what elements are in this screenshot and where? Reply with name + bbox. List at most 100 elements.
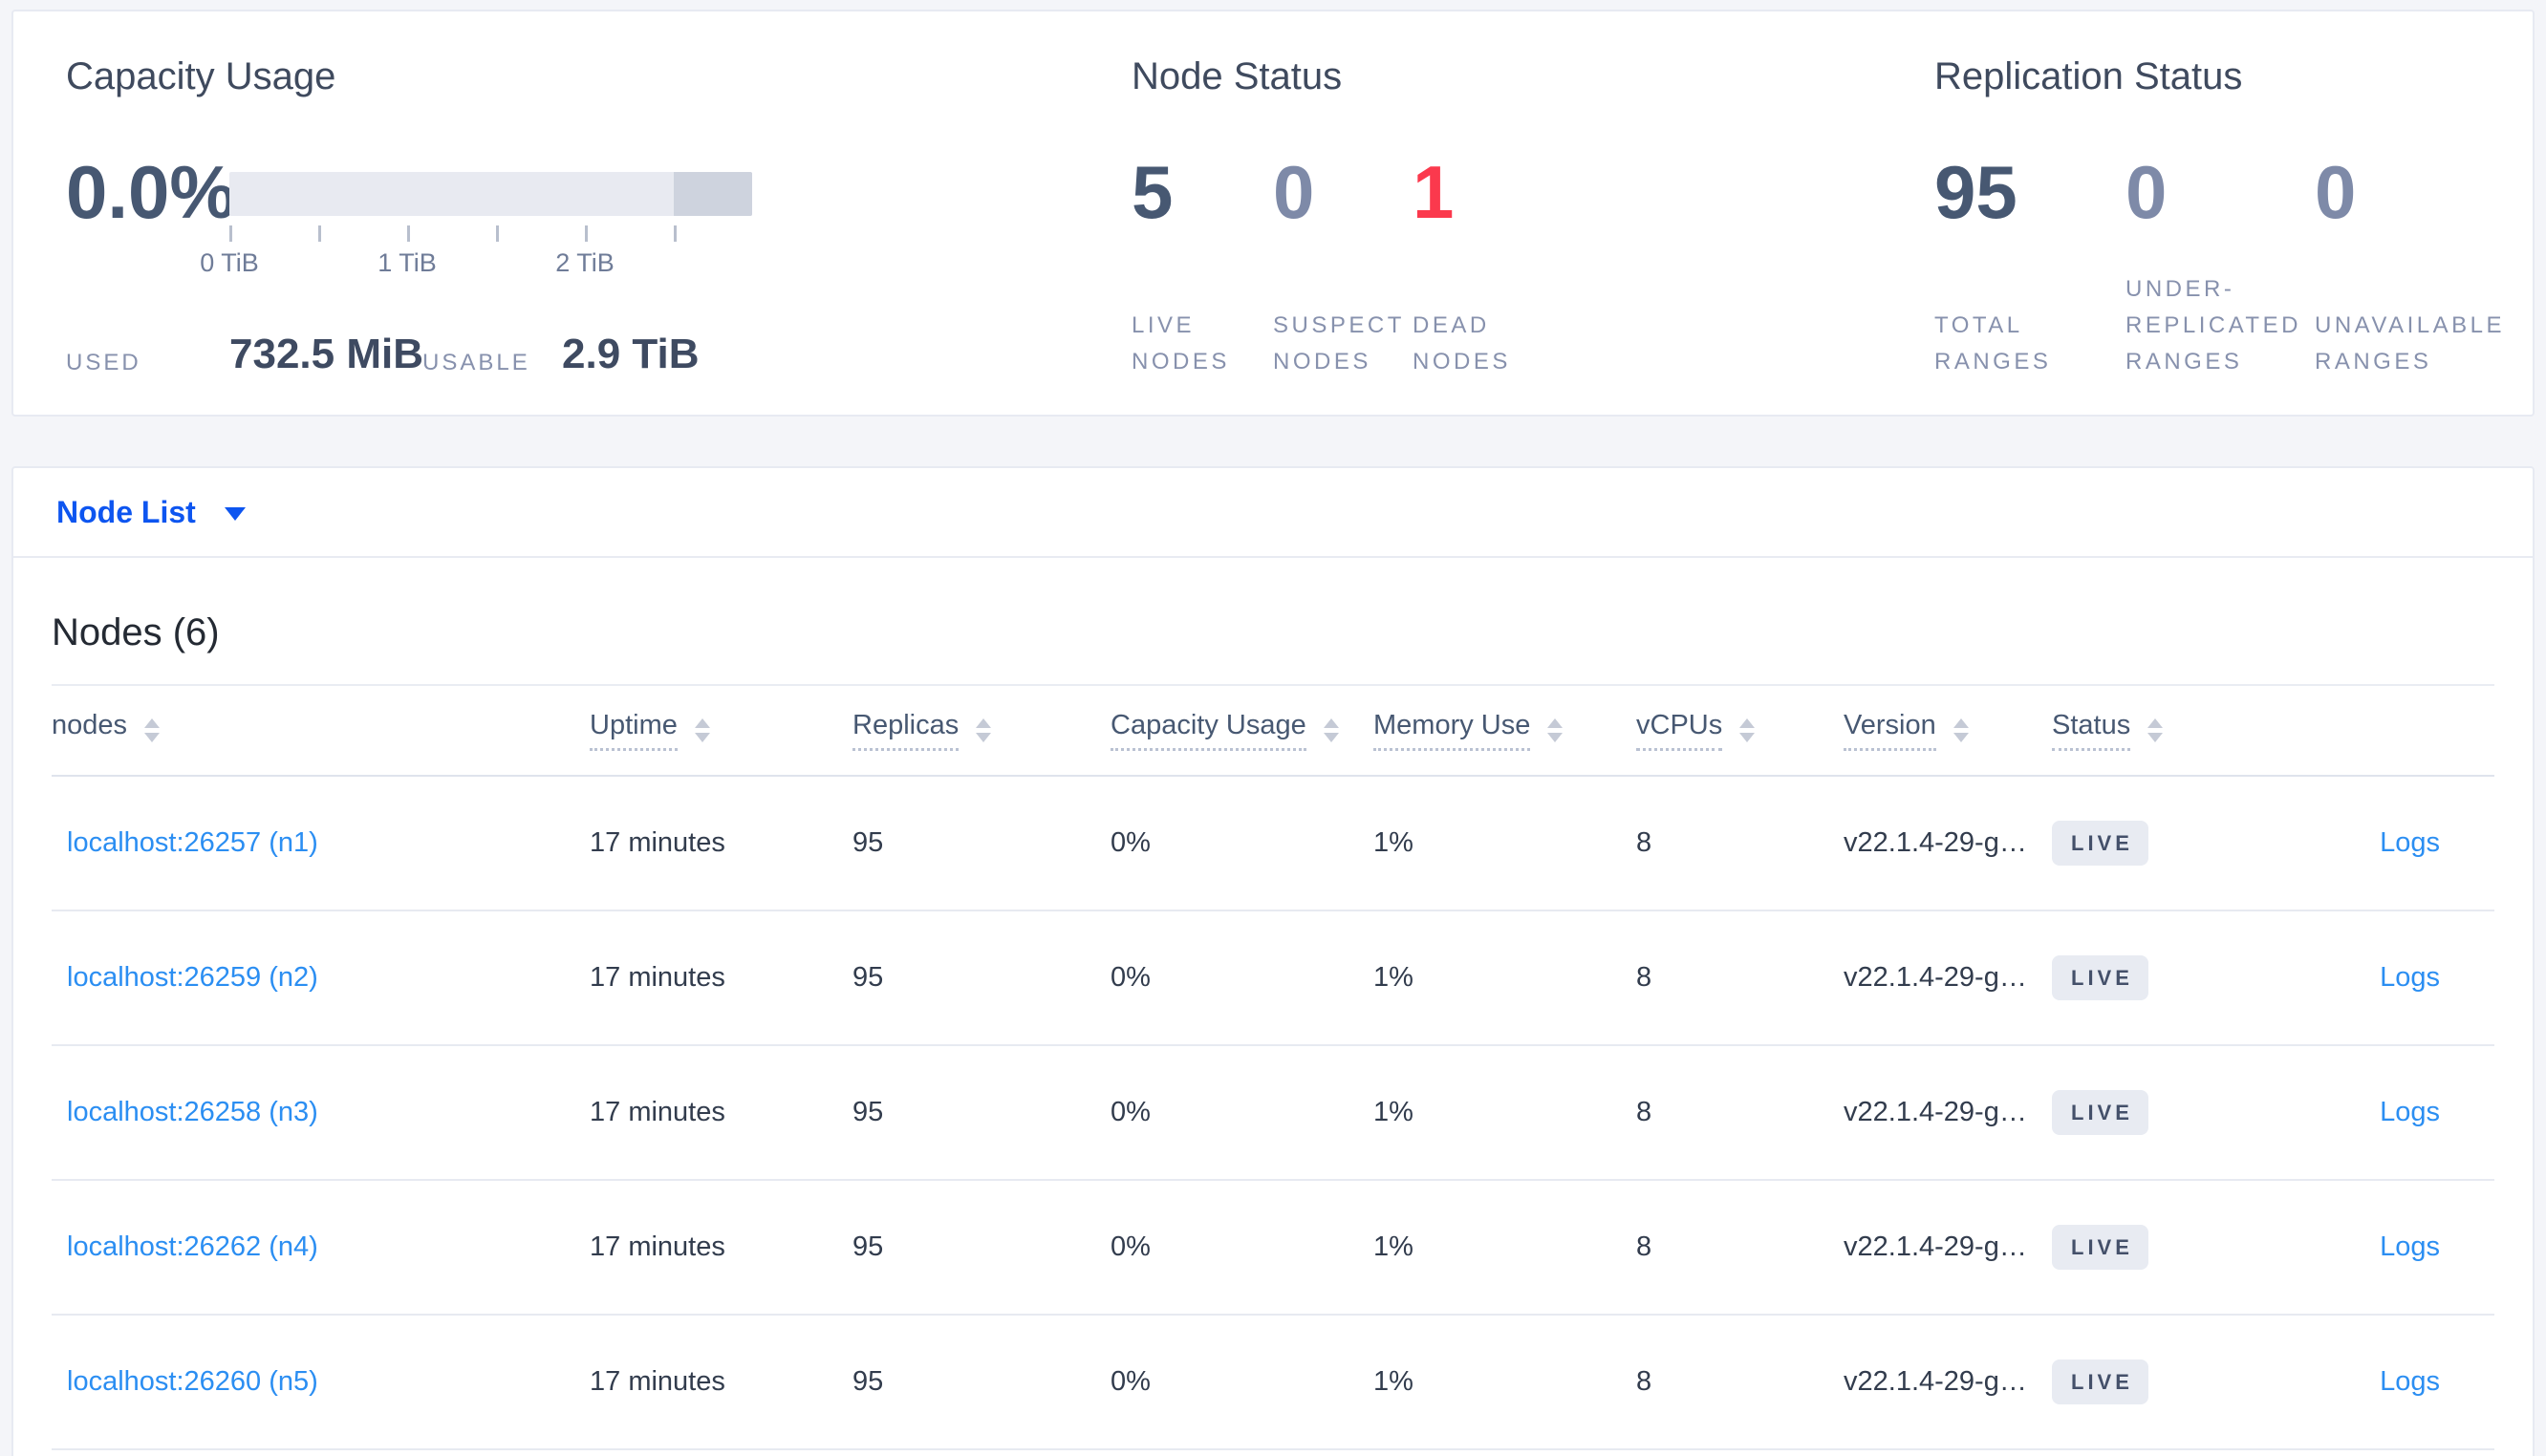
column-header[interactable]: Replicas — [852, 710, 1111, 751]
stat-column: 0 UNDER-REPLICATED RANGES — [2125, 11, 2315, 415]
stat-column: 95 TOTAL RANGES — [1934, 11, 2125, 415]
column-header-label[interactable]: Version — [1844, 710, 1936, 751]
view-selector-dropdown[interactable]: Node List — [56, 495, 196, 530]
column-header-label[interactable]: nodes — [52, 710, 127, 751]
replicas-cell: 95 — [852, 1366, 884, 1397]
stat-value: 0 — [1273, 150, 1315, 234]
node-status-stats: 5 LIVE NODES 0 SUSPECT NODES 1 DEAD NODE… — [1132, 11, 1623, 415]
replicas-cell: 95 — [852, 827, 884, 858]
column-header[interactable]: Uptime — [590, 710, 852, 751]
vcpus-cell: 8 — [1636, 1097, 1652, 1127]
capacity-usage-cell: 0% — [1111, 962, 1151, 993]
logs-link[interactable]: Logs — [2380, 1366, 2440, 1397]
stat-label: DEAD NODES — [1413, 312, 1511, 375]
column-header[interactable]: nodes — [52, 710, 590, 751]
stat-label: TOTAL RANGES — [1934, 312, 2052, 375]
stat-column: 5 LIVE NODES — [1132, 11, 1273, 415]
version-cell: v22.1.4-29-g… — [1844, 962, 2027, 993]
memory-use-cell: 1% — [1373, 827, 1413, 858]
sort-icon[interactable] — [2147, 718, 2164, 742]
status-badge: LIVE — [2052, 1090, 2148, 1135]
column-header-label[interactable]: Uptime — [590, 710, 678, 751]
memory-use-cell: 1% — [1373, 1231, 1413, 1262]
node-link[interactable]: localhost:26258 (n3) — [67, 1097, 318, 1127]
node-link[interactable]: localhost:26259 (n2) — [67, 962, 318, 993]
logs-link[interactable]: Logs — [2380, 962, 2440, 993]
version-cell: v22.1.4-29-g… — [1844, 1231, 2027, 1262]
capacity-bar-reserved-segment — [674, 172, 752, 216]
axis-tick-label: 1 TiB — [378, 248, 437, 277]
sort-icon[interactable] — [1547, 718, 1564, 742]
axis-tick — [496, 225, 499, 242]
sort-icon[interactable] — [1739, 718, 1756, 742]
capacity-usage-cell: 0% — [1111, 1231, 1151, 1262]
column-header[interactable]: vCPUs — [1636, 710, 1844, 751]
logs-link[interactable]: Logs — [2380, 1231, 2440, 1262]
column-header[interactable]: Status — [2052, 710, 2286, 751]
status-badge: LIVE — [2052, 1225, 2148, 1270]
column-header[interactable]: Capacity Usage — [1111, 710, 1373, 751]
replicas-cell: 95 — [852, 1231, 884, 1262]
stat-label: UNDER-REPLICATED RANGES — [2125, 276, 2301, 375]
version-cell: v22.1.4-29-g… — [1844, 1097, 2027, 1127]
stat-column: 0 UNAVAILABLE RANGES — [2315, 11, 2544, 415]
node-link[interactable]: localhost:26257 (n1) — [67, 827, 318, 858]
sort-icon[interactable] — [144, 718, 161, 742]
vcpus-cell: 8 — [1636, 827, 1652, 858]
sort-icon[interactable] — [694, 718, 710, 742]
sort-icon[interactable] — [976, 718, 992, 742]
column-header-label[interactable]: Memory Use — [1373, 710, 1531, 751]
table-row: localhost:26258 (n3) 17 minutes 95 0% 1%… — [52, 1046, 2494, 1181]
status-badge: LIVE — [2052, 821, 2148, 866]
node-link[interactable]: localhost:26262 (n4) — [67, 1231, 318, 1262]
view-selector-bar: Node List — [13, 468, 2533, 558]
uptime-cell: 17 minutes — [590, 962, 725, 993]
node-link[interactable]: localhost:26260 (n5) — [67, 1366, 318, 1397]
logs-link[interactable]: Logs — [2380, 827, 2440, 858]
axis-tick — [229, 225, 232, 242]
table-row: localhost:26260 (n5) 17 minutes 95 0% 1%… — [52, 1316, 2494, 1450]
uptime-cell: 17 minutes — [590, 827, 725, 858]
used-value: 732.5 MiB — [229, 331, 423, 377]
stat-value: 5 — [1132, 150, 1174, 234]
usable-value: 2.9 TiB — [562, 331, 700, 377]
replicas-cell: 95 — [852, 962, 884, 993]
sort-icon[interactable] — [1953, 718, 1969, 742]
axis-tick — [674, 225, 677, 242]
stat-value: 95 — [1934, 150, 2017, 234]
caret-down-icon[interactable] — [224, 507, 246, 521]
column-header-label[interactable]: Capacity Usage — [1111, 710, 1306, 751]
stat-label: UNAVAILABLE RANGES — [2315, 312, 2506, 375]
status-badge: LIVE — [2052, 1360, 2148, 1404]
column-header-label[interactable]: vCPUs — [1636, 710, 1723, 751]
version-cell: v22.1.4-29-g… — [1844, 827, 2027, 858]
memory-use-cell: 1% — [1373, 1366, 1413, 1397]
axis-tick — [407, 225, 410, 242]
sort-icon[interactable] — [1323, 718, 1339, 742]
table-body: localhost:26257 (n1) 17 minutes 95 0% 1%… — [52, 777, 2494, 1450]
capacity-usage-title: Capacity Usage — [66, 55, 336, 97]
table-row: localhost:26262 (n4) 17 minutes 95 0% 1%… — [52, 1181, 2494, 1316]
vcpus-cell: 8 — [1636, 1231, 1652, 1262]
column-header-label[interactable]: Replicas — [852, 710, 960, 751]
stat-label: SUSPECT NODES — [1273, 312, 1405, 375]
stat-value: 0 — [2315, 150, 2357, 234]
capacity-usage-cell: 0% — [1111, 1097, 1151, 1127]
cluster-summary-card: Capacity Usage 0.0% 0 TiB 1 TiB 2 TiB USED… — [11, 10, 2535, 417]
uptime-cell: 17 minutes — [590, 1097, 725, 1127]
column-header[interactable]: Memory Use — [1373, 710, 1636, 751]
logs-link[interactable]: Logs — [2380, 1097, 2440, 1127]
node-list-content: Nodes (6) nodes Uptime Replicas Capacity… — [13, 610, 2533, 1450]
capacity-percent-value: 0.0% — [66, 150, 236, 234]
usable-label: USABLE — [422, 350, 530, 375]
stat-value: 1 — [1413, 150, 1455, 234]
column-header-label[interactable]: Status — [2052, 710, 2131, 751]
axis-tick — [585, 225, 588, 242]
vcpus-cell: 8 — [1636, 1366, 1652, 1397]
node-list-card: Node List Nodes (6) nodes Uptime Replica… — [11, 466, 2535, 1456]
table-header-row: nodes Uptime Replicas Capacity Usage Mem… — [52, 684, 2494, 777]
table-row: localhost:26259 (n2) 17 minutes 95 0% 1%… — [52, 911, 2494, 1046]
version-cell: v22.1.4-29-g… — [1844, 1366, 2027, 1397]
column-header[interactable]: Version — [1844, 710, 2052, 751]
axis-tick-label: 0 TiB — [200, 248, 259, 277]
